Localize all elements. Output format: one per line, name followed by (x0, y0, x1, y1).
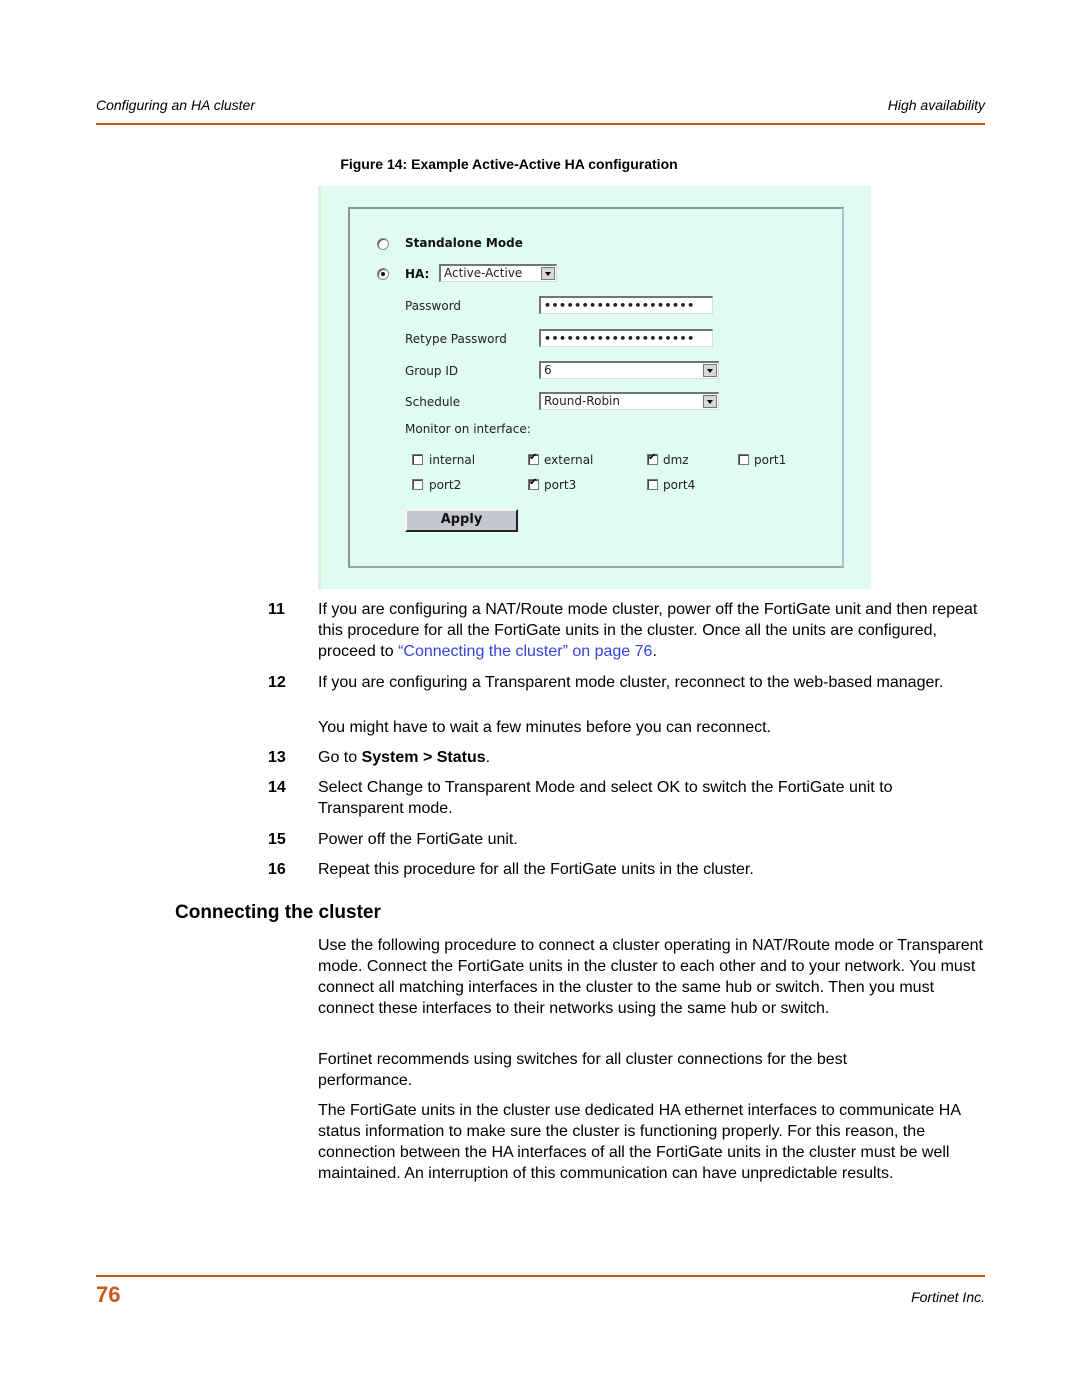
figure-ha-config-screenshot: Standalone Mode HA: Active-Active Passwo… (318, 186, 871, 589)
ha-mode-radio[interactable] (377, 268, 389, 280)
running-header-left: Configuring an HA cluster (96, 97, 256, 113)
interface-label: external (544, 453, 594, 467)
step-text: Repeat this procedure for all the FortiG… (318, 861, 754, 878)
interface-label: port4 (663, 478, 696, 492)
schedule-select[interactable]: Round-Robin (539, 392, 719, 410)
schedule-label: Schedule (405, 395, 461, 409)
footer-rule (96, 1275, 985, 1277)
figure-edge (318, 186, 321, 589)
step-text-part: . (485, 749, 491, 766)
password-label: Password (405, 299, 462, 313)
footer-company: Fortinet Inc. (911, 1289, 985, 1305)
chevron-down-icon[interactable] (703, 364, 717, 377)
group-id-value: 6 (544, 363, 552, 377)
standalone-mode-radio[interactable] (377, 238, 389, 250)
group-id-select[interactable]: 6 (539, 361, 719, 379)
section-paragraph: Fortinet recommends using switches for a… (318, 1051, 848, 1089)
interface-label: port1 (754, 453, 787, 467)
menu-path: System > Status (361, 749, 486, 766)
step-text: If you are configuring a NAT/Route mode … (318, 599, 988, 662)
step-number: 13 (268, 749, 286, 766)
interface-label: dmz (663, 453, 689, 467)
interface-label: port3 (544, 478, 577, 492)
retype-password-field[interactable]: •••••••••••••••••••• (539, 329, 713, 347)
ha-mode-value: Active-Active (444, 266, 523, 280)
interface-checkbox-external[interactable] (528, 452, 539, 465)
step-text: If you are configuring a Transparent mod… (318, 674, 944, 691)
figure-caption: Figure 14: Example Active-Active HA conf… (340, 156, 678, 172)
ha-config-panel: Standalone Mode HA: Active-Active Passwo… (348, 207, 844, 568)
step-number: 15 (268, 831, 286, 848)
interface-checkbox-port4[interactable] (647, 479, 658, 490)
section-paragraph: The FortiGate units in the cluster use d… (318, 1102, 961, 1182)
step-number: 12 (268, 674, 286, 691)
interface-checkbox-port3[interactable] (528, 477, 539, 490)
page-number: 76 (96, 1282, 121, 1307)
header-rule (96, 123, 985, 125)
step-text-part: . (652, 643, 657, 660)
interface-label: port2 (429, 478, 462, 492)
group-id-label: Group ID (405, 364, 459, 378)
step-number: 14 (268, 779, 286, 796)
monitor-interface-label: Monitor on interface: (405, 422, 531, 436)
standalone-mode-label: Standalone Mode (405, 236, 523, 250)
running-header-right: High availability (887, 97, 985, 113)
step-note: You might have to wait a few minutes bef… (318, 719, 772, 736)
section-paragraph: Use the following procedure to connect a… (318, 937, 983, 1017)
ha-label: HA: (405, 267, 430, 281)
schedule-value: Round-Robin (544, 394, 620, 408)
retype-password-label: Retype Password (405, 332, 507, 346)
step-number: 16 (268, 861, 286, 878)
step-number: 11 (268, 601, 285, 618)
cross-reference-link[interactable]: “Connecting the cluster” on page 76 (398, 643, 652, 660)
section-heading: Connecting the cluster (175, 902, 381, 923)
chevron-down-icon[interactable] (703, 395, 717, 408)
interface-checkbox-port2[interactable] (412, 479, 423, 490)
apply-button[interactable]: Apply (405, 509, 518, 532)
step-text: Power off the FortiGate unit. (318, 831, 518, 848)
chevron-down-icon[interactable] (541, 267, 555, 280)
password-field[interactable]: •••••••••••••••••••• (539, 296, 713, 314)
interface-checkbox-internal[interactable] (412, 454, 423, 465)
step-text: Go to System > Status. (318, 747, 988, 768)
step-text: Select Change to Transparent Mode and se… (318, 779, 893, 817)
ha-mode-select[interactable]: Active-Active (439, 264, 557, 282)
interface-label: internal (429, 453, 476, 467)
step-text-part: Go to (318, 749, 362, 766)
interface-checkbox-port1[interactable] (738, 454, 749, 465)
interface-checkbox-dmz[interactable] (647, 452, 658, 465)
